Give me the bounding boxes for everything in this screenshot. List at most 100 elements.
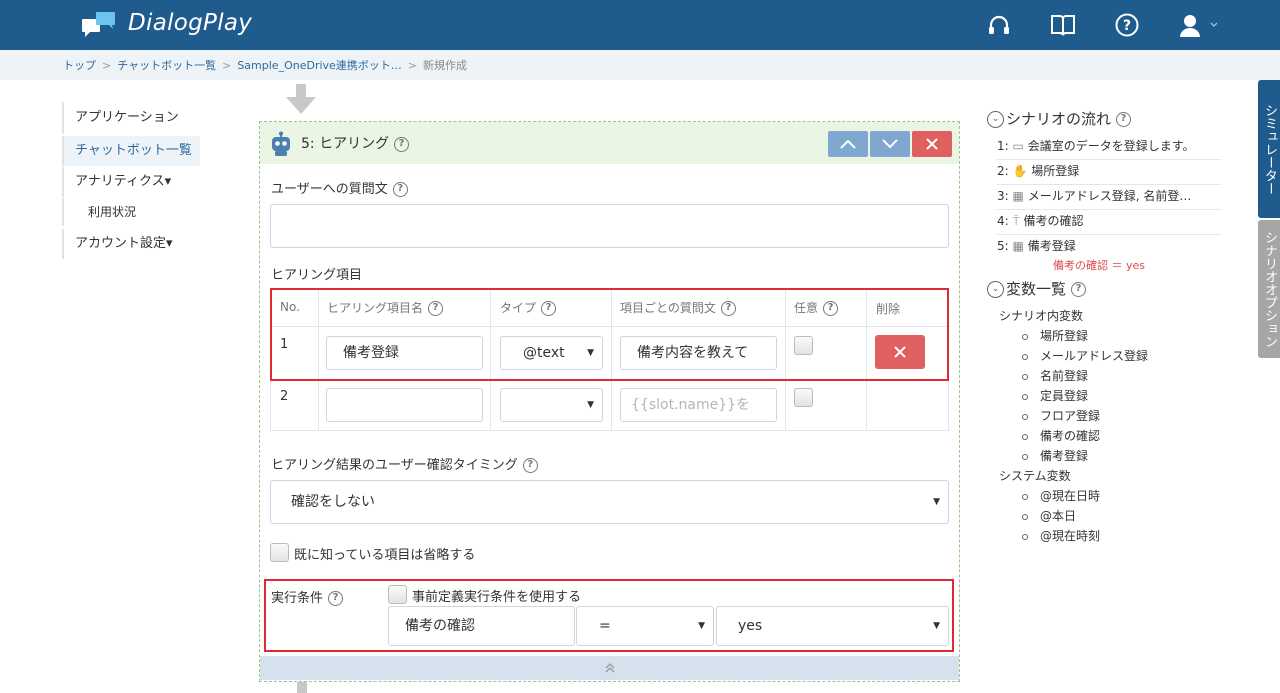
flow-item-label: 備考登録 — [1027, 239, 1076, 253]
condition-operator-value: = — [599, 618, 611, 634]
timing-label-text: ヒアリング結果のユーザー確認タイミング — [271, 458, 518, 473]
move-up-button[interactable] — [828, 131, 868, 157]
flow-item-label: メールアドレス登録, 名前登… — [1027, 189, 1192, 203]
simulator-tab[interactable]: シミュレーター — [1258, 80, 1280, 218]
variable-item[interactable]: フロア登録 — [1022, 407, 1100, 424]
sidebar-item-usage[interactable]: 利用状況 — [62, 198, 200, 226]
variable-name: 場所登録 — [1040, 329, 1089, 343]
variable-item[interactable]: @本日 — [1022, 507, 1076, 524]
breadcrumb-chatbot-list[interactable]: チャットボット一覧 — [117, 59, 216, 72]
condition-label-text: 実行条件 — [271, 591, 324, 606]
variable-name: フロア登録 — [1040, 409, 1101, 423]
flow-item-label: 会議室のデータを登録します。 — [1027, 139, 1195, 153]
variable-name: @現在時刻 — [1040, 529, 1101, 543]
system-vars-group: システム変数 — [999, 469, 1071, 483]
question-textarea[interactable] — [270, 204, 949, 248]
chevron-down-icon: ▼ — [933, 621, 940, 631]
variable-item[interactable]: 定員登録 — [1022, 387, 1088, 404]
help-icon[interactable]: ? — [1114, 12, 1140, 38]
scenario-flow-title[interactable]: ⌄ シナリオの流れ? — [987, 108, 1132, 129]
flow-item-label: 場所登録 — [1031, 164, 1080, 178]
row-2-optional-checkbox[interactable] — [794, 388, 813, 407]
breadcrumb-current: 新規作成 — [423, 59, 468, 72]
row-2-question-input[interactable]: {{slot.name}}を — [620, 388, 777, 422]
sidebar-item-analytics[interactable]: アナリティクス▾ — [62, 167, 200, 197]
move-down-button[interactable] — [870, 131, 910, 157]
help-icon[interactable]: ? — [328, 591, 344, 606]
condition-operator-select[interactable]: = ▼ — [576, 606, 714, 646]
book-icon[interactable] — [1050, 12, 1076, 38]
variables-title-text: 変数一覧 — [1006, 280, 1067, 298]
help-icon[interactable]: ? — [522, 458, 538, 473]
question-label: ユーザーへの質問文? — [271, 178, 408, 197]
flow-item-2[interactable]: 2: ✋ 場所登録 — [997, 160, 1221, 185]
flow-arrow-icon — [286, 84, 316, 120]
variable-item[interactable]: @現在日時 — [1022, 487, 1100, 504]
condition-value-select[interactable]: yes ▼ — [716, 606, 949, 646]
highlight-row-1 — [270, 288, 949, 381]
variable-item[interactable]: メールアドレス登録 — [1022, 347, 1148, 364]
variable-item[interactable]: 場所登録 — [1022, 327, 1088, 344]
scenario-vars-group: シナリオ内変数 — [999, 309, 1084, 323]
flow-item-3[interactable]: 3: ▦ メールアドレス登録, 名前登… — [997, 185, 1221, 210]
breadcrumb-top[interactable]: トップ — [63, 59, 96, 72]
sidebar-item-chatbot-list[interactable]: チャットボット一覧 — [62, 136, 200, 166]
skip-known-checkbox[interactable] — [270, 543, 289, 562]
variable-name: @現在日時 — [1040, 489, 1101, 503]
predefined-condition-checkbox[interactable] — [388, 585, 407, 604]
flow-item-no: 1: — [997, 139, 1009, 153]
app-name[interactable]: DialogPlay — [128, 10, 252, 36]
row-2-type-select[interactable]: ▼ — [500, 388, 603, 422]
form-icon: ▦ — [1012, 239, 1024, 253]
question-label-text: ユーザーへの質問文 — [271, 182, 388, 197]
collapse-bar[interactable] — [260, 656, 959, 680]
condition-label: 実行条件? — [271, 587, 344, 606]
user-menu-icon[interactable] — [1178, 12, 1224, 38]
help-icon[interactable]: ? — [392, 182, 408, 197]
scenario-option-tab[interactable]: シナリオオプション — [1258, 220, 1280, 358]
timing-select-value: 確認をしない — [291, 494, 375, 510]
breadcrumb-bot[interactable]: Sample_OneDrive連携ボット… — [237, 59, 401, 72]
flow-item-label: 備考の確認 — [1023, 214, 1084, 228]
speech-bubble-icon: ▭ — [1012, 139, 1024, 153]
sidebar-item-application[interactable]: アプリケーション — [62, 102, 200, 134]
flow-item-no: 5: — [997, 239, 1009, 253]
row-2-item-name-input[interactable] — [326, 388, 483, 422]
delete-step-button[interactable] — [912, 131, 952, 157]
predefined-condition-label: 事前定義実行条件を使用する — [412, 590, 582, 605]
variable-name: 名前登録 — [1040, 369, 1089, 383]
flow-item-1[interactable]: 1: ▭ 会議室のデータを登録します。 — [997, 135, 1221, 160]
variable-item[interactable]: 備考登録 — [1022, 447, 1088, 464]
help-icon[interactable]: ? — [394, 136, 410, 152]
variable-item[interactable]: @現在時刻 — [1022, 527, 1100, 544]
variables-title[interactable]: ⌄ 変数一覧? — [987, 278, 1087, 299]
variable-item[interactable]: 名前登録 — [1022, 367, 1088, 384]
timing-select[interactable]: 確認をしない ▼ — [270, 480, 949, 524]
sidebar-item-account-settings[interactable]: アカウント設定▾ — [62, 229, 200, 259]
flow-item-4[interactable]: 4: ⍑ 備考の確認 — [997, 210, 1221, 235]
variable-name: 備考の確認 — [1040, 429, 1101, 443]
robot-icon — [268, 131, 294, 161]
logo-icon[interactable] — [82, 12, 116, 38]
chevron-down-icon: ▼ — [587, 400, 594, 410]
condition-value-value: yes — [738, 618, 763, 634]
card-title: 5: ヒアリング? — [301, 133, 410, 153]
help-icon[interactable]: ? — [1071, 282, 1087, 297]
hearing-items-label: ヒアリング項目 — [271, 268, 363, 283]
form-icon: ▦ — [1012, 189, 1024, 203]
help-icon[interactable]: ? — [1116, 112, 1132, 127]
scenario-flow-title-text: シナリオの流れ — [1006, 110, 1112, 128]
variable-item[interactable]: 備考の確認 — [1022, 427, 1100, 444]
chevron-down-icon: ▼ — [698, 621, 705, 631]
flow-item-no: 4: — [997, 214, 1009, 228]
chevron-down-icon: ▼ — [933, 497, 940, 507]
flow-item-no: 3: — [997, 189, 1009, 203]
variable-name: 備考登録 — [1040, 449, 1089, 463]
variable-name: @本日 — [1040, 509, 1077, 523]
chevron-down-icon: ⌄ — [987, 281, 1004, 298]
condition-variable-input[interactable]: 備考の確認 — [388, 606, 575, 646]
flow-condition-note: 備考の確認 ＝ yes — [1053, 259, 1146, 272]
flow-item-no: 2: — [997, 164, 1009, 178]
svg-text:?: ? — [1123, 18, 1131, 34]
headset-icon[interactable] — [986, 12, 1012, 38]
